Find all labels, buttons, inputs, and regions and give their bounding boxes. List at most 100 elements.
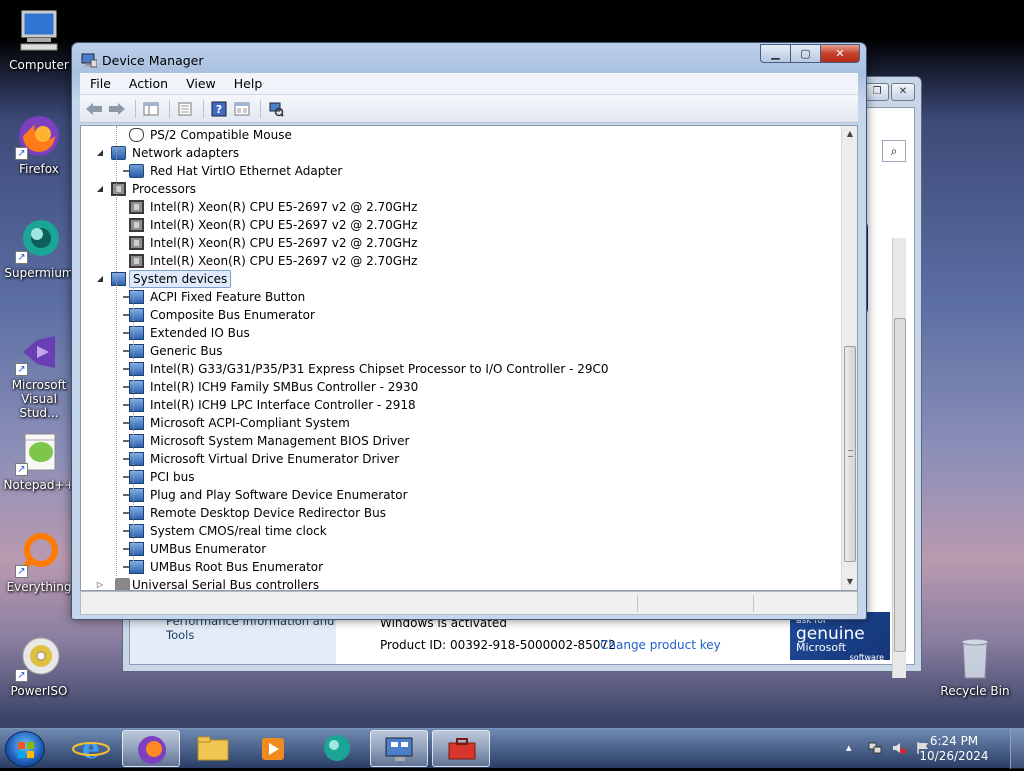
scan-hardware-icon[interactable]	[266, 99, 286, 119]
tree-category[interactable]: ◢ Processors	[81, 180, 841, 198]
connector-icon	[123, 458, 129, 460]
tree-device[interactable]: Extended IO Bus	[81, 324, 841, 342]
desktop-icon-computer[interactable]: Computer	[2, 8, 76, 72]
tree-device[interactable]: Red Hat VirtIO Ethernet Adapter	[81, 162, 841, 180]
desktop-icon-visual-studio[interactable]: ↗ Microsoft Visual Stud...	[2, 328, 76, 420]
tree-device[interactable]: Composite Bus Enumerator	[81, 306, 841, 324]
desktop-icon-supermium[interactable]: ↗ Supermium	[2, 216, 76, 280]
scrollbar-thumb[interactable]	[844, 346, 856, 562]
device-manager-icon	[385, 737, 413, 761]
volume-muted-icon[interactable]	[892, 741, 906, 755]
tree-device[interactable]: Intel(R) ICH9 Family SMBus Controller - …	[81, 378, 841, 396]
system-clock[interactable]: 6:24 PM 10/26/2024	[914, 734, 994, 764]
tree-item-label: Microsoft ACPI-Compliant System	[150, 416, 350, 430]
taskbar-device-manager[interactable]	[370, 730, 428, 767]
show-desktop-button[interactable]	[1010, 729, 1024, 769]
tree-device[interactable]: UMBus Enumerator	[81, 540, 841, 558]
taskbar-media[interactable]	[244, 730, 302, 767]
tree-category[interactable]: ▷ Universal Serial Bus controllers	[81, 576, 841, 590]
tree-device[interactable]: Intel(R) Xeon(R) CPU E5-2697 v2 @ 2.70GH…	[81, 216, 841, 234]
tree-item-label: Intel(R) G33/G31/P35/P31 Express Chipset…	[150, 362, 609, 376]
menu-help[interactable]: Help	[224, 76, 271, 91]
desktop-icon-label: Everything	[6, 580, 72, 594]
device-tree[interactable]: ▲ ▼ PS/2 Compatible Mouse ◢ Network adapte…	[80, 125, 858, 591]
taskbar-explorer[interactable]	[184, 730, 242, 767]
tree-device[interactable]: PS/2 Compatible Mouse	[81, 126, 841, 144]
tree-device[interactable]: Generic Bus	[81, 342, 841, 360]
desktop-icon-poweriso[interactable]: ↗ PowerISO	[2, 634, 76, 698]
menu-action[interactable]: Action	[119, 76, 176, 91]
tree-device[interactable]: Intel(R) ICH9 LPC Interface Controller -…	[81, 396, 841, 414]
network-icon[interactable]	[868, 741, 882, 755]
taskbar-firefox[interactable]	[122, 730, 180, 767]
tree-device[interactable]: Intel(R) Xeon(R) CPU E5-2697 v2 @ 2.70GH…	[81, 198, 841, 216]
maximize-button[interactable]: ▢	[790, 44, 820, 63]
connector-icon	[123, 386, 129, 388]
connector-icon	[123, 314, 129, 316]
tree-device[interactable]: Intel(R) G33/G31/P35/P31 Express Chipset…	[81, 360, 841, 378]
show-hidden-icons-icon[interactable]: ▴	[846, 741, 860, 755]
computer-icon	[15, 8, 63, 56]
tree-item-label: Processors	[132, 182, 197, 196]
sys-device-icon	[129, 452, 144, 466]
tree-device[interactable]: Plug and Play Software Device Enumerator	[81, 486, 841, 504]
sys-device-icon	[129, 542, 144, 556]
tree-device[interactable]: PCI bus	[81, 468, 841, 486]
shortcut-arrow-icon: ↗	[15, 463, 28, 476]
search-icon[interactable]: ⌕	[882, 140, 906, 162]
connector-icon	[123, 566, 129, 568]
usb-device-icon	[115, 578, 130, 590]
tree-device[interactable]: ACPI Fixed Feature Button	[81, 288, 841, 306]
tree-device[interactable]: Intel(R) Xeon(R) CPU E5-2697 v2 @ 2.70GH…	[81, 234, 841, 252]
collapse-arrow-icon[interactable]: ◢	[95, 148, 105, 158]
sys-device-icon	[129, 308, 144, 322]
desktop-icon-notepadpp[interactable]: ↗ Notepad++	[2, 428, 76, 492]
collapse-arrow-icon[interactable]: ◢	[95, 274, 105, 284]
scrollbar-thumb[interactable]	[894, 318, 906, 652]
device-manager-window[interactable]: Device Manager ▁ ▢ ✕ File Action View He…	[71, 42, 867, 620]
tree-device[interactable]: Intel(R) Xeon(R) CPU E5-2697 v2 @ 2.70GH…	[81, 252, 841, 270]
tree-category[interactable]: ◢ System devices	[81, 270, 841, 288]
close-button[interactable]: ✕	[820, 44, 860, 63]
scroll-down-arrow-icon[interactable]: ▼	[842, 574, 857, 590]
system-window-scrollbar[interactable]	[892, 238, 906, 678]
close-button[interactable]: ✕	[891, 83, 915, 101]
console-tree-icon[interactable]	[141, 99, 161, 119]
firefox-icon	[138, 736, 166, 764]
tree-category[interactable]: ◢ Network adapters	[81, 144, 841, 162]
desktop-icon-recycle-bin[interactable]: Recycle Bin	[938, 634, 1012, 698]
desktop-icon-firefox[interactable]: ↗ Firefox	[2, 112, 76, 176]
forward-arrow-icon[interactable]	[107, 99, 127, 119]
tree-device[interactable]: UMBus Root Bus Enumerator	[81, 558, 841, 576]
tree-device[interactable]: Microsoft Virtual Drive Enumerator Drive…	[81, 450, 841, 468]
notepadpp-icon: ↗	[15, 428, 63, 476]
taskbar-ie[interactable]: e	[62, 730, 120, 767]
media-player-icon	[262, 738, 284, 760]
properties-icon[interactable]	[175, 99, 195, 119]
sys-device-icon	[111, 272, 126, 286]
restore-button[interactable]: ❐	[865, 83, 889, 101]
scroll-up-arrow-icon[interactable]: ▲	[842, 126, 857, 142]
shortcut-arrow-icon: ↗	[15, 669, 28, 682]
collapse-arrow-icon[interactable]: ◢	[95, 184, 105, 194]
change-product-key-link[interactable]: Change product key	[600, 638, 721, 652]
minimize-button[interactable]: ▁	[760, 44, 790, 63]
tree-device[interactable]: Microsoft ACPI-Compliant System	[81, 414, 841, 432]
tree-item-label: Plug and Play Software Device Enumerator	[150, 488, 408, 502]
start-button[interactable]	[5, 731, 45, 767]
tree-device[interactable]: System CMOS/real time clock	[81, 522, 841, 540]
help-icon[interactable]: ?	[209, 99, 229, 119]
desktop-icon-everything[interactable]: ↗ Everything	[2, 530, 76, 594]
connector-icon	[123, 332, 129, 334]
tree-item-label: Red Hat VirtIO Ethernet Adapter	[150, 164, 343, 178]
show-hidden-icon[interactable]	[232, 99, 252, 119]
tree-device[interactable]: Remote Desktop Device Redirector Bus	[81, 504, 841, 522]
expand-arrow-icon[interactable]: ▷	[95, 580, 105, 590]
tree-scrollbar[interactable]: ▲ ▼	[841, 126, 857, 590]
tree-device[interactable]: Microsoft System Management BIOS Driver	[81, 432, 841, 450]
taskbar-supermium[interactable]	[306, 730, 364, 767]
menu-file[interactable]: File	[80, 76, 119, 91]
back-arrow-icon[interactable]	[84, 99, 104, 119]
taskbar-toolbox[interactable]	[432, 730, 490, 767]
menu-view[interactable]: View	[176, 76, 224, 91]
